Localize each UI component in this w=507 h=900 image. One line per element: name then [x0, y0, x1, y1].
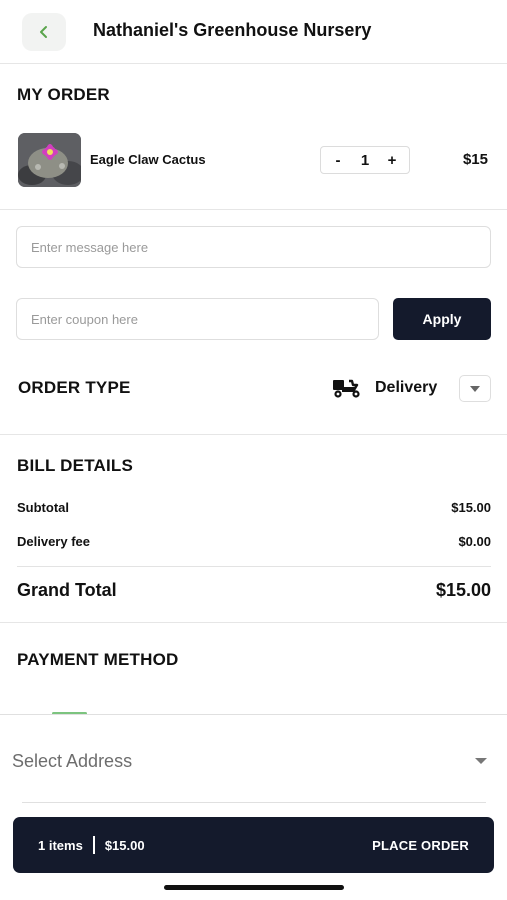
caret-down-icon[interactable] — [475, 758, 487, 764]
my-order-title: MY ORDER — [17, 85, 110, 104]
select-address-dropdown[interactable]: Select Address — [12, 751, 132, 772]
place-order-button[interactable]: PLACE ORDER — [372, 838, 469, 853]
back-button[interactable] — [22, 13, 66, 51]
divider — [17, 566, 491, 567]
divider — [22, 802, 486, 803]
grand-total-row: Grand Total $15.00 — [17, 580, 491, 601]
grand-total-label: Grand Total — [17, 580, 117, 600]
home-indicator — [164, 885, 344, 890]
delivery-scooter-icon — [333, 379, 360, 398]
quantity-stepper: - 1 + — [320, 146, 410, 174]
decrement-button[interactable]: - — [331, 152, 345, 169]
divider — [0, 209, 507, 210]
message-input[interactable] — [16, 226, 491, 268]
coupon-input[interactable] — [16, 298, 379, 340]
separator — [92, 836, 95, 854]
items-count: 1 items — [38, 837, 83, 853]
order-type-value: Delivery — [375, 379, 438, 396]
order-type-title: ORDER TYPE — [18, 378, 131, 397]
footer-total: $15.00 — [104, 837, 145, 853]
apply-coupon-button[interactable]: Apply — [393, 298, 491, 340]
order-type-dropdown[interactable] — [459, 375, 491, 402]
header-bar: Nathaniel's Greenhouse Nursery — [0, 0, 507, 64]
chevron-left-icon — [40, 26, 47, 38]
subtotal-value: $15.00 — [451, 500, 491, 515]
delivery-fee-value: $0.00 — [458, 534, 491, 549]
subtotal-row: Subtotal $15.00 — [17, 500, 491, 515]
place-order-bar[interactable]: 1 items $15.00 PLACE ORDER — [13, 817, 494, 873]
divider — [0, 434, 507, 435]
divider — [0, 622, 507, 623]
grand-total-value: $15.00 — [435, 580, 491, 600]
increment-button[interactable]: + — [385, 152, 399, 169]
quantity-value: 1 — [360, 151, 370, 169]
delivery-fee-row: Delivery fee $0.00 — [17, 534, 491, 549]
product-name: Eagle Claw Cactus — [90, 152, 206, 167]
bill-details-title: BILL DETAILS — [17, 456, 134, 475]
caret-down-icon — [470, 385, 480, 392]
product-image — [18, 133, 81, 187]
subtotal-label: Subtotal — [17, 500, 69, 515]
payment-method-title: PAYMENT METHOD — [17, 650, 179, 669]
page-title: Nathaniel's Greenhouse Nursery — [93, 20, 372, 40]
item-price: $15 — [462, 151, 488, 168]
delivery-fee-label: Delivery fee — [17, 534, 90, 549]
